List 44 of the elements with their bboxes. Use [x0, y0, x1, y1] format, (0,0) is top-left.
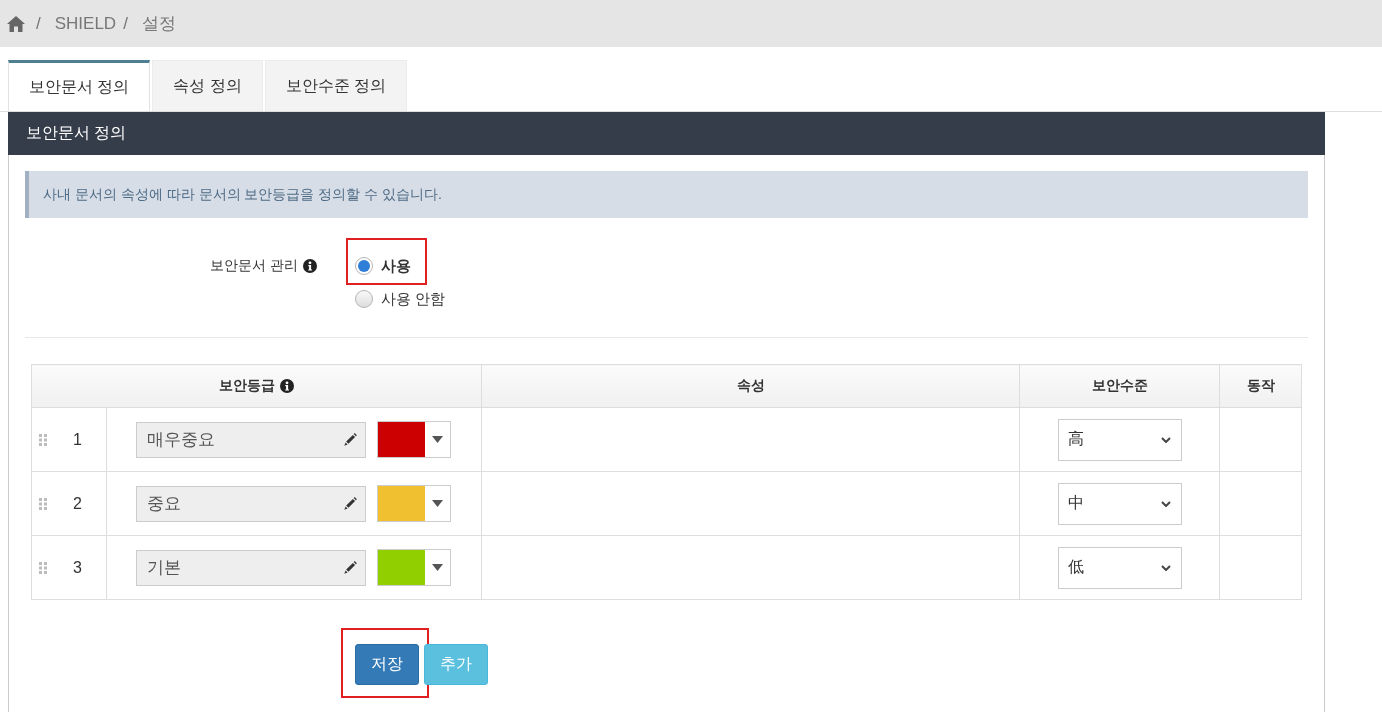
color-picker[interactable] [377, 485, 451, 522]
caret-down-icon [432, 564, 443, 571]
breadcrumb-link[interactable]: SHIELD [54, 13, 117, 34]
column-header: 보안수준 [1091, 377, 1148, 395]
home-icon[interactable] [7, 15, 25, 32]
drag-handle-icon[interactable] [39, 561, 47, 574]
tab[interactable]: 속성 정의 [152, 60, 263, 111]
chevron-down-icon [1160, 500, 1171, 507]
radio-label[interactable]: 사용 [381, 256, 411, 276]
pencil-icon[interactable] [344, 561, 357, 574]
column-header: 속성 [736, 377, 765, 395]
level-select[interactable]: 中 [1057, 482, 1182, 525]
field-label: 보안문서 관리 [210, 257, 298, 275]
level-select[interactable]: 低 [1057, 546, 1182, 589]
tab[interactable]: 보안문서 정의 [8, 60, 151, 111]
grade-name-field[interactable]: 기본 [136, 549, 366, 586]
grade-name-field[interactable]: 중요 [136, 485, 366, 522]
breadcrumb-separator: / [36, 13, 41, 34]
row-number: 3 [73, 558, 82, 577]
row-number: 2 [73, 494, 82, 513]
pencil-icon[interactable] [344, 433, 357, 446]
radio-button[interactable] [355, 257, 373, 275]
save-button[interactable]: 저장 [355, 644, 419, 685]
column-header: 동작 [1246, 377, 1275, 395]
tab[interactable]: 보안수준 정의 [264, 60, 408, 111]
chevron-down-icon [1160, 436, 1171, 443]
radio-button[interactable] [355, 290, 373, 308]
pencil-icon[interactable] [344, 497, 357, 510]
breadcrumb-separator: / [123, 13, 128, 34]
grade-name-field[interactable]: 매우중요 [136, 421, 366, 458]
row-number: 1 [73, 430, 82, 449]
level-select[interactable]: 高 [1057, 418, 1182, 461]
drag-handle-icon[interactable] [39, 433, 47, 446]
drag-handle-icon[interactable] [39, 497, 47, 510]
chevron-down-icon [1160, 564, 1171, 571]
caret-down-icon [432, 436, 443, 443]
column-header: 보안등급 [219, 377, 275, 395]
radio-label[interactable]: 사용 안함 [381, 289, 446, 309]
info-notice: 사내 문서의 속성에 따라 문서의 보안등급을 정의할 수 있습니다. [25, 171, 1308, 218]
color-picker[interactable] [377, 549, 451, 586]
color-picker[interactable] [377, 421, 451, 458]
breadcrumb-current: 설정 [141, 13, 176, 35]
caret-down-icon [432, 500, 443, 507]
panel-header: 보안문서 정의 [8, 112, 1325, 155]
